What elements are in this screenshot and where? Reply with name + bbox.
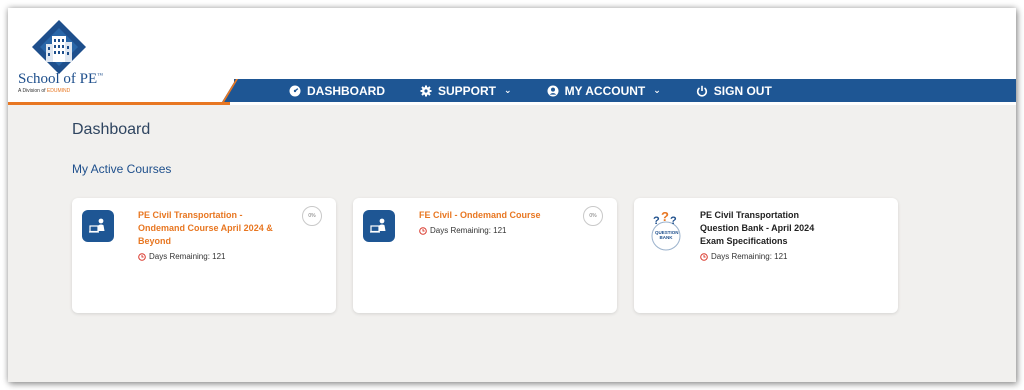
gear-icon [420,85,432,97]
section-title: My Active Courses [72,162,172,176]
clock-icon [700,252,708,261]
nav-dashboard[interactable]: DASHBOARD [289,84,385,98]
course-title-text: FE Civil - Ondemand Course [419,210,541,220]
course-title[interactable]: PE Civil Transportation - Ondemand Cours… [138,209,278,263]
svg-text:?: ? [653,215,660,227]
app-window: School of PE™ A Division of EDUMIND DASH… [8,8,1016,382]
days-remaining-text: Days Remaining: 121 [149,252,226,261]
page-title: Dashboard [72,121,151,138]
nav-my-account-label: MY ACCOUNT [564,83,646,98]
chevron-down-icon: ⌄ [653,85,661,95]
clock-icon [138,252,146,261]
days-remaining: Days Remaining: 121 [700,250,840,263]
days-remaining: Days Remaining: 121 [419,224,559,237]
power-icon [696,85,708,97]
course-title-text: PE Civil Transportation Question Bank - … [700,210,815,246]
svg-text:?: ? [661,209,669,224]
clock-icon [419,226,427,235]
question-bank-icon: ? ? ? QUESTION BANK [644,208,688,252]
brand-division: A Division of EDUMIND [18,88,128,95]
user-circle-icon [547,85,559,97]
progress-indicator: 0% [302,206,322,226]
course-card[interactable]: ? ? ? QUESTION BANK PE Civil Transportat… [634,198,898,313]
chevron-down-icon: ⌄ [504,85,512,95]
logo-text[interactable]: School of PE™ A Division of EDUMIND [18,68,128,95]
course-title-text: PE Civil Transportation - Ondemand Cours… [138,210,273,246]
division-prefix: A Division of [18,88,46,94]
days-remaining-text: Days Remaining: 121 [430,226,507,235]
nav-sign-out-label: SIGN OUT [713,83,772,98]
question-bank-icon-text: QUESTION BANK [655,230,679,240]
course-title[interactable]: PE Civil Transportation Question Bank - … [700,209,840,263]
nav-support-label: SUPPORT [438,83,497,98]
trademark: ™ [97,73,104,79]
ondemand-course-icon [363,210,395,242]
svg-text:?: ? [670,215,677,227]
division-brand: EDUMIND [46,88,71,94]
nav-support[interactable]: SUPPORT ⌄ [420,84,512,98]
days-remaining: Days Remaining: 121 [138,250,278,263]
nav-sign-out[interactable]: SIGN OUT [696,84,772,98]
ondemand-course-icon [82,210,114,242]
nav-my-account[interactable]: MY ACCOUNT ⌄ [547,84,661,98]
brand-name-text: School of PE [18,71,98,87]
dashboard-content: Dashboard My Active Courses PE Civil Tra… [8,105,1016,382]
course-card[interactable]: FE Civil - Ondemand Course Days Remainin… [353,198,617,313]
nav-menu: DASHBOARD SUPPORT ⌄ MY ACCOUNT ⌄ SIGN OU… [289,79,807,102]
progress-indicator: 0% [583,206,603,226]
days-remaining-text: Days Remaining: 121 [711,252,788,261]
nav-dashboard-label: DASHBOARD [307,83,385,98]
tachometer-icon [289,85,301,97]
course-title[interactable]: FE Civil - Ondemand Course Days Remainin… [419,209,559,237]
site-header: School of PE™ A Division of EDUMIND DASH… [8,8,1016,106]
course-card[interactable]: PE Civil Transportation - Ondemand Cours… [72,198,336,313]
brand-name: School of PE™ [18,68,128,87]
